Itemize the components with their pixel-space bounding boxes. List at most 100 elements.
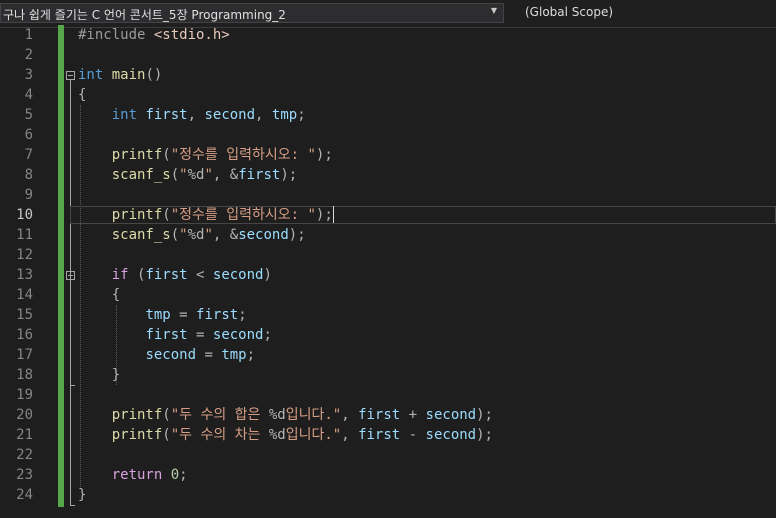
code-token: %d [268, 407, 286, 423]
code-token: %d [187, 227, 205, 243]
code-token: ( [170, 167, 180, 183]
code-line[interactable]: 10 printf("정수를 입력하시오: "); [0, 205, 776, 225]
code-line[interactable]: 1 #include <stdio.h> [0, 25, 776, 45]
code-token: "두 수의 차는 [170, 427, 269, 443]
code-line[interactable]: 23 return 0; [0, 465, 776, 485]
code-token: 0 [170, 467, 180, 483]
code-line[interactable]: 15 tmp = first; [0, 305, 776, 325]
code-text: int main() [78, 65, 162, 85]
code-line[interactable]: 19 [0, 385, 776, 405]
code-text: } [78, 485, 86, 505]
code-text: scanf_s("%d", &first); [78, 165, 298, 185]
code-token: = [187, 327, 213, 343]
code-line[interactable]: 24} [0, 485, 776, 505]
code-token: "정수를 입력하시오: " [170, 207, 316, 223]
code-editor[interactable]: 1 #include <stdio.h> 2 3 int main() 4{5 int f… [0, 25, 776, 518]
code-line[interactable]: 8 scanf_s("%d", &first); [0, 165, 776, 185]
code-token: ( [128, 267, 146, 283]
code-line[interactable]: 18 } [0, 365, 776, 385]
code-line[interactable]: 11 scanf_s("%d", &second); [0, 225, 776, 245]
line-number: 10 [16, 207, 33, 223]
project-dropdown[interactable]: 구나 쉽게 즐기는 C 언어 콘서트_5장 Programming_2 ▼ [0, 3, 504, 23]
code-line[interactable]: 14 { [0, 285, 776, 305]
code-text: if (first < second) [78, 265, 272, 285]
line-number: 20 [16, 407, 33, 423]
code-text: { [78, 85, 86, 105]
line-number: 3 [24, 67, 33, 83]
code-token: - [400, 427, 426, 443]
code-token: #include [78, 27, 154, 43]
chevron-down-icon[interactable]: ▼ [491, 6, 497, 15]
line-number: 12 [16, 247, 33, 263]
code-line[interactable]: 21 printf("두 수의 차는 %d입니다.", first - seco… [0, 425, 776, 445]
code-line[interactable]: 13 if (first < second) [0, 265, 776, 285]
code-token: ; [179, 467, 188, 483]
code-text: { [78, 285, 120, 305]
line-number: 17 [16, 347, 33, 363]
code-token: ( [170, 227, 180, 243]
code-token: second [425, 407, 477, 423]
fold-end-main [70, 505, 75, 506]
code-token: " [179, 167, 188, 183]
code-token: ; [297, 107, 306, 123]
code-line[interactable]: 4{ [0, 85, 776, 105]
code-token: tmp [145, 307, 171, 323]
code-token: tmp [221, 347, 247, 363]
code-token: <stdio.h> [153, 27, 230, 43]
code-token: () [145, 67, 163, 83]
code-line[interactable]: 7 printf("정수를 입력하시오: "); [0, 145, 776, 165]
code-token: second [238, 227, 289, 243]
code-line[interactable]: 17 second = tmp; [0, 345, 776, 365]
code-text: tmp = first; [78, 305, 246, 325]
code-text: printf("정수를 입력하시오: "); [78, 145, 333, 165]
code-token: second [425, 427, 477, 443]
code-line[interactable]: 3 int main() [0, 65, 776, 85]
code-line[interactable]: 9 [0, 185, 776, 205]
code-line[interactable]: 12 [0, 245, 776, 265]
code-line[interactable]: 16 first = second; [0, 325, 776, 345]
code-token: second [145, 347, 197, 363]
code-token: first [145, 327, 188, 343]
code-token: ); [476, 427, 493, 443]
line-number: 6 [24, 127, 33, 143]
code-text: int first, second, tmp; [78, 105, 306, 125]
code-line[interactable]: 5 int first, second, tmp; [0, 105, 776, 125]
scope-dropdown[interactable]: (Global Scope) [512, 3, 776, 23]
code-line[interactable]: 22 [0, 445, 776, 465]
code-token: scanf_s [111, 227, 171, 243]
code-token: main [111, 67, 146, 83]
code-token: ; [246, 347, 256, 363]
code-token: + [400, 407, 426, 423]
code-token: { [78, 87, 87, 103]
code-token: printf [111, 147, 163, 163]
code-token: , & [212, 167, 239, 183]
code-token: "두 수의 합은 [170, 407, 269, 423]
code-token: first [358, 427, 401, 443]
code-token: ( [162, 407, 171, 423]
code-token: "정수를 입력하시오: " [170, 147, 316, 163]
code-line[interactable]: 20 printf("두 수의 합은 %d입니다.", first + seco… [0, 405, 776, 425]
code-text: printf("두 수의 차는 %d입니다.", first - second)… [78, 425, 493, 445]
code-token: , & [212, 227, 239, 243]
code-text: return 0; [78, 465, 188, 485]
code-text: printf("정수를 입력하시오: "); [78, 205, 333, 225]
line-number: 18 [16, 367, 33, 383]
code-token: ( [162, 207, 171, 223]
code-line[interactable]: 6 [0, 125, 776, 145]
code-token: < [187, 267, 213, 283]
code-token: 입니다." [285, 427, 342, 443]
line-number: 16 [16, 327, 33, 343]
code-token: printf [111, 427, 163, 443]
code-token: return [111, 467, 163, 483]
code-token: second [212, 327, 264, 343]
code-token: if [111, 267, 129, 283]
code-token: ; [263, 327, 272, 343]
line-number: 24 [16, 487, 33, 503]
code-line[interactable]: 2 [0, 45, 776, 65]
